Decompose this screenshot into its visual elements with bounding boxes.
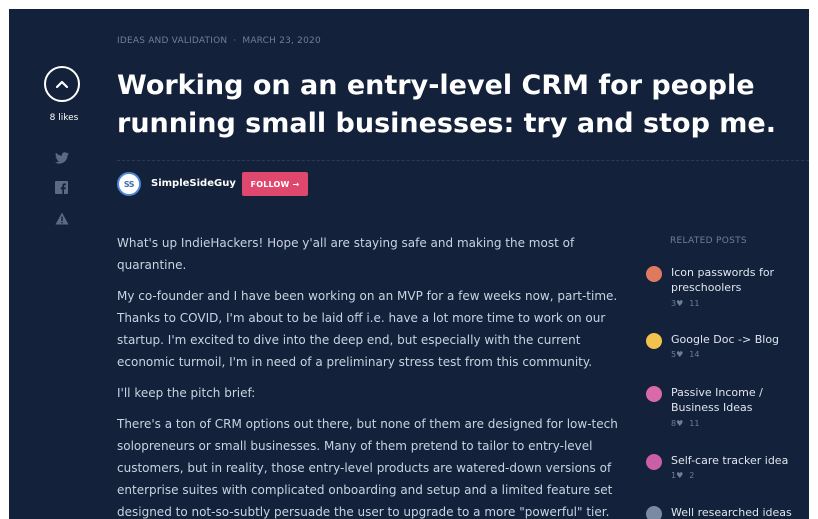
related-post-stats: 3♥ 11 <box>671 299 705 308</box>
related-post-title[interactable]: Passive Income / Business Ideas <box>671 385 807 415</box>
likes-count: 8 likes <box>49 113 79 123</box>
upvote-button[interactable] <box>44 66 80 102</box>
related-posts-heading: RELATED POSTS <box>670 236 747 246</box>
related-post-comments: 11 <box>689 299 700 308</box>
related-post-title[interactable]: Well researched ideas for <box>671 505 807 519</box>
related-post-stats: 1♥ 2 <box>671 471 700 480</box>
facebook-icon[interactable] <box>55 179 71 195</box>
related-post-title[interactable]: Google Doc -> Blog <box>671 332 807 347</box>
author-name[interactable]: SimpleSideGuy <box>151 178 236 189</box>
related-post-likes: 8♥ <box>671 419 684 428</box>
related-post-avatar <box>646 506 662 519</box>
related-post-avatar <box>646 266 662 282</box>
body-paragraph: I'll keep the pitch brief: <box>117 386 256 400</box>
related-post-avatar <box>646 454 662 470</box>
body-paragraph: There's a ton of CRM options out there, … <box>117 417 618 519</box>
report-icon[interactable] <box>55 210 71 226</box>
related-post-comments: 14 <box>689 350 700 359</box>
author-avatar[interactable]: SS <box>117 172 141 196</box>
post-meta: IDEAS AND VALIDATION · MARCH 23, 2020 <box>117 36 321 46</box>
related-post-comments: 11 <box>689 419 700 428</box>
related-post-likes: 5♥ <box>671 350 684 359</box>
related-post-title[interactable]: Self-care tracker idea <box>671 453 807 468</box>
related-post-stats: 5♥ 14 <box>671 350 705 359</box>
twitter-icon[interactable] <box>55 149 71 165</box>
post-body: What's up IndieHackers! Hope y'all are s… <box>117 232 627 519</box>
meta-separator: · <box>233 36 237 46</box>
category-link[interactable]: IDEAS AND VALIDATION <box>117 36 227 46</box>
related-post-stats: 8♥ 11 <box>671 419 705 428</box>
chevron-up-icon <box>55 80 69 89</box>
related-post-likes: 3♥ <box>671 299 684 308</box>
body-paragraph: My co-founder and I have been working on… <box>117 289 618 369</box>
related-post-likes: 1♥ <box>671 471 684 480</box>
post-title: Working on an entry-level CRM for people… <box>117 70 776 139</box>
post-date: MARCH 23, 2020 <box>242 36 321 46</box>
title-divider <box>117 160 809 161</box>
related-post-title[interactable]: Icon passwords for preschoolers <box>671 265 807 295</box>
body-paragraph: What's up IndieHackers! Hope y'all are s… <box>117 236 575 272</box>
post-page: IDEAS AND VALIDATION · MARCH 23, 2020 8 li… <box>9 9 809 519</box>
related-post-avatar <box>646 386 662 402</box>
related-post-avatar <box>646 333 662 349</box>
follow-button[interactable]: FOLLOW → <box>242 172 308 196</box>
related-post-comments: 2 <box>689 471 695 480</box>
